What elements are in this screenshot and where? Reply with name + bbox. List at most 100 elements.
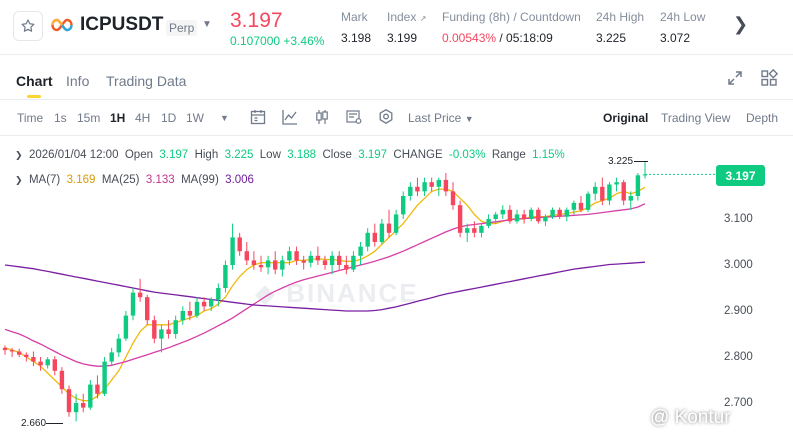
legend-ma25: 3.133 [145,174,175,186]
candle-body [194,301,200,316]
legend-high: 3.225 [224,149,254,161]
high-marker-line [634,161,648,162]
candle-body [116,338,121,353]
candle-body [173,320,178,334]
symbol-dropdown-icon[interactable]: ▼ [202,19,212,30]
candle-body [81,403,86,408]
candle [280,255,285,277]
candle [401,191,406,219]
candle [607,182,612,206]
chart-settings-icon[interactable] [345,108,363,126]
candle-body [600,186,605,201]
tab-chart[interactable]: Chart [16,73,53,89]
candle-body [265,260,271,268]
interval-4h[interactable]: 4H [135,111,150,125]
layout-grid-icon[interactable] [760,69,778,87]
candle [351,251,356,272]
mark-value: 3.198 [341,31,372,45]
legend-low: 3.188 [287,149,317,161]
y-tick-2900: 2.900 [724,305,753,317]
candle-body [543,216,548,222]
interval-15m[interactable]: 15m [77,111,100,125]
candle-body [152,320,157,339]
view-depth[interactable]: Depth [746,111,778,125]
interval-dropdown-icon[interactable]: ▼ [220,113,229,123]
candle-body [614,182,619,185]
candle [564,207,569,222]
interval-1s[interactable]: 1s [54,111,67,125]
candle-body [621,182,626,201]
candle-body [66,389,72,413]
ma-line-2 [4,203,646,367]
interval-1h[interactable]: 1H [110,111,125,125]
candle-body [521,214,527,219]
candle [529,207,534,222]
low-24h-label: 24h Low [660,10,706,24]
candle-style-icon[interactable] [313,108,331,126]
candle-body [593,186,598,194]
candle-body [308,255,313,263]
candle [244,242,249,265]
legend-date: 2026/01/04 12:00 [28,149,119,161]
candle-body [137,292,143,298]
candle [642,161,648,179]
price-type-select[interactable]: Last Price ▼ [408,111,474,125]
candle [123,311,129,341]
candle [130,288,136,321]
candle [507,205,513,224]
active-tab-indicator [27,95,41,98]
candle-body [102,361,107,394]
candle-body [301,260,306,263]
source-watermark: @ Kontur [650,407,731,428]
candle [230,223,235,270]
view-trading-view[interactable]: Trading View [661,111,730,125]
candle-body [73,403,79,413]
candle-body [635,175,641,196]
interval-1w[interactable]: 1W [186,111,204,125]
calendar-icon[interactable] [249,108,267,126]
candle [223,260,228,293]
symbol-name[interactable]: ICPUSDT [80,14,163,36]
candle-body [429,182,434,187]
legend-close: 3.197 [358,149,388,161]
index-label[interactable]: Index ↗ [387,10,426,24]
tab-trading-data[interactable]: Trading Data [106,73,186,89]
candle [450,182,456,210]
candle-body [344,265,349,270]
candle [322,255,328,270]
candle [479,223,484,238]
candle [273,251,278,275]
candle-body [159,329,164,339]
candle [329,251,335,275]
mark-label: Mark [341,10,368,24]
interval-1d[interactable]: 1D [161,111,176,125]
candle-body [2,347,8,351]
ma-legend: ❯ MA(7) 3.169 MA(25) 3.133 MA(99) 3.006 [15,174,254,186]
stats-fade [718,6,730,48]
y-tick-3000: 3.000 [724,259,753,271]
candle-body [386,223,392,233]
indicators-icon[interactable] [281,108,299,126]
candle-body [443,179,449,192]
candle [180,306,185,325]
ohlc-legend: ❯ 2026/01/04 12:00 Open 3.197 High 3.225… [15,149,565,161]
candle-body [201,301,207,307]
legend-open: 3.197 [159,149,189,161]
candle-body [450,191,456,206]
candle-body [422,182,427,192]
candle-body [258,265,264,268]
candle [500,205,505,219]
candle [585,191,591,213]
view-original[interactable]: Original [603,111,648,125]
tab-info[interactable]: Info [66,73,89,89]
candle [31,351,36,367]
candle-body [550,209,555,217]
chevron-right-icon[interactable]: ❯ [733,14,748,35]
candle-body [457,205,463,233]
favorite-button[interactable] [13,11,43,41]
candle [166,320,171,339]
gear-icon[interactable] [377,108,395,126]
expand-icon[interactable] [727,70,743,86]
candle [521,209,527,224]
candle-body [145,297,150,321]
